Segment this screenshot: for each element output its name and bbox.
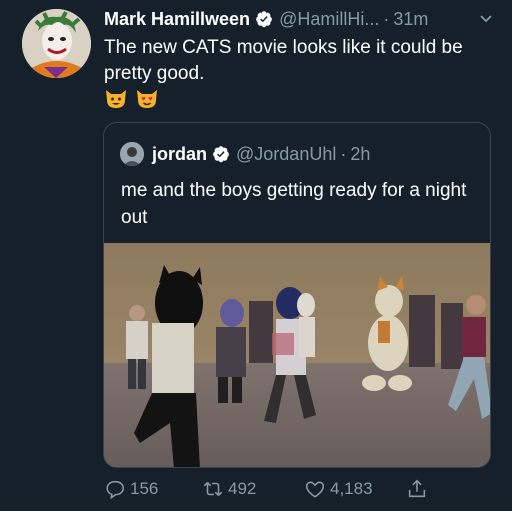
reply-icon [106,480,125,500]
tweet-text: The new CATS movie looks like it could b… [104,37,463,84]
like-count: 4,183 [330,479,373,498]
quoted-author-handle: @JordanUhl [236,143,337,164]
retweet-count: 492 [228,479,257,498]
quoted-author-avatar[interactable] [120,142,144,166]
author-name[interactable]: Mark Hamillween [104,9,250,30]
reply-button[interactable]: 156 [104,478,158,500]
like-icon [305,481,325,498]
separator-dot: · [383,8,390,29]
like-button[interactable]: 4,183 [304,478,373,500]
verified-icon [212,145,230,163]
quoted-tweet-header: jordan @JordanUhl · 2h [120,141,370,167]
verified-icon [255,10,273,28]
tweet-timestamp[interactable]: 31m [393,9,428,30]
tweet-header: Mark Hamillween @HamillHi... · 31m [104,8,498,30]
heart-eyes-cat-emoji [135,86,159,110]
quoted-tweet[interactable]: jordan @JordanUhl · 2h me and the boys g… [103,122,491,468]
quoted-author-name: jordan [152,143,208,164]
quoted-tweet-text: me and the boys getting ready for a nigh… [121,180,467,228]
author-avatar[interactable] [22,9,91,78]
emoji-row [104,86,159,110]
separator-dot: · [340,143,347,164]
retweet-icon [203,482,223,496]
quoted-tweet-timestamp: 2h [350,143,371,164]
share-button[interactable] [406,478,432,500]
author-handle[interactable]: @HamillHi... [279,9,379,30]
smiley-cat-emoji [104,86,128,110]
share-icon [408,479,426,498]
reply-count: 156 [130,479,159,498]
retweet-button[interactable]: 492 [202,478,256,500]
chevron-down-icon[interactable] [478,10,494,26]
quoted-tweet-photo[interactable] [104,243,490,467]
tweet-actions: 156 492 4,183 [104,475,512,503]
